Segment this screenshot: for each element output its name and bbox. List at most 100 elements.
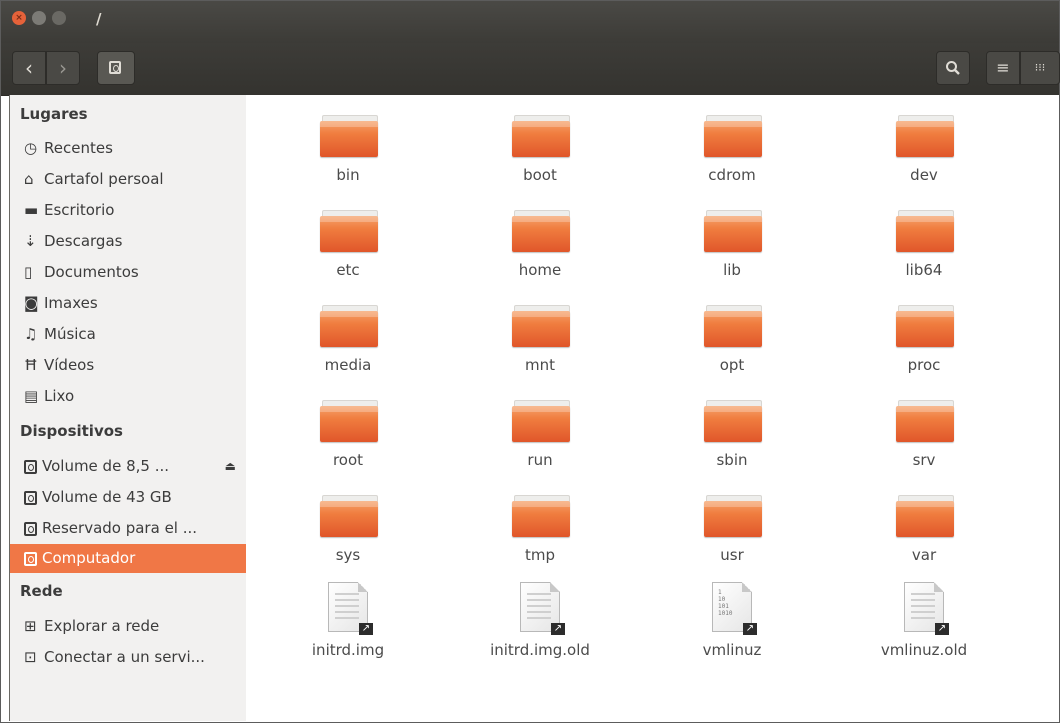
file-name: media — [324, 356, 372, 374]
folder-icon — [896, 305, 954, 347]
network-heading: Rede — [20, 582, 63, 600]
folder-item[interactable]: lib64 — [854, 190, 994, 280]
folder-item[interactable]: root — [278, 380, 418, 470]
file-name: vmlinuz.old — [880, 641, 968, 659]
maximize-window-button[interactable] — [52, 11, 66, 25]
folder-item[interactable]: lib — [662, 190, 802, 280]
close-window-button[interactable]: × — [12, 11, 26, 25]
folder-icon — [320, 210, 378, 252]
file-item[interactable]: ↗ initrd.img — [278, 570, 418, 660]
desktop-folder-icon: ▬ — [24, 201, 39, 219]
folder-icon — [512, 495, 570, 537]
sidebar-item-musica[interactable]: ♫ Música — [10, 320, 246, 349]
folder-item[interactable]: etc — [278, 190, 418, 280]
folder-item[interactable]: usr — [662, 475, 802, 565]
folder-item[interactable]: cdrom — [662, 95, 802, 185]
folder-item[interactable]: sys — [278, 475, 418, 565]
file-item[interactable]: ↗ vmlinuz.old — [854, 570, 994, 660]
grid-view-button[interactable]: ⁝⁝⁝ — [1020, 51, 1060, 85]
folder-item[interactable]: bin — [278, 95, 418, 185]
file-name: lib64 — [905, 261, 943, 279]
document-link-icon: ↗ — [520, 582, 565, 635]
sidebar-item-label: Lixo — [44, 387, 75, 405]
sidebar-item-volume-43gb[interactable]: Volume de 43 GB — [10, 483, 246, 512]
folder-item[interactable]: boot — [470, 95, 610, 185]
file-manager-window: × / ‹ › ≡ ⁝⁝⁝ Lugares ◷ Recentes ⌂ Cartafo… — [0, 0, 1060, 723]
file-name: initrd.img.old — [490, 641, 590, 659]
folder-icon — [320, 400, 378, 442]
drive-icon — [109, 61, 121, 74]
sidebar-item-label: Imaxes — [44, 294, 98, 312]
folder-item[interactable]: home — [470, 190, 610, 280]
file-name: tmp — [524, 546, 555, 564]
sidebar-item-conectar-servidor[interactable]: ⊡ Conectar a un servi... — [10, 643, 246, 672]
sidebar-item-reservado[interactable]: Reservado para el ... — [10, 514, 246, 543]
folder-item[interactable]: run — [470, 380, 610, 470]
minimize-window-button[interactable] — [32, 11, 46, 25]
sidebar-item-computador[interactable]: Computador — [10, 544, 246, 573]
list-view-button[interactable]: ≡ — [986, 51, 1020, 85]
folder-icon — [512, 305, 570, 347]
folder-icon — [512, 115, 570, 157]
drive-icon — [24, 521, 37, 536]
sidebar-item-label: Cartafol persoal — [44, 170, 164, 188]
file-name: srv — [912, 451, 936, 469]
document-link-icon: ↗ — [904, 582, 949, 635]
file-name: cdrom — [708, 166, 756, 184]
binary-link-icon: 1 10 101 1010 ↗ — [712, 582, 757, 635]
file-grid: bin boot cdrom dev etc home lib lib64 me… — [246, 95, 1059, 722]
folder-item[interactable]: srv — [854, 380, 994, 470]
folder-item[interactable]: opt — [662, 285, 802, 375]
folder-item[interactable]: media — [278, 285, 418, 375]
folder-item[interactable]: var — [854, 475, 994, 565]
folder-item[interactable]: tmp — [470, 475, 610, 565]
file-item[interactable]: 1 10 101 1010 ↗ vmlinuz — [662, 570, 802, 660]
file-name: initrd.img — [311, 641, 385, 659]
sidebar-item-label: Documentos — [44, 263, 139, 281]
sidebar-item-documentos[interactable]: ▯ Documentos — [10, 258, 246, 287]
file-name: vmlinuz — [702, 641, 762, 659]
sidebar-item-explorar-rede[interactable]: ⊞ Explorar a rede — [10, 612, 246, 641]
sidebar-item-recentes[interactable]: ◷ Recentes — [10, 134, 246, 163]
file-name: proc — [907, 356, 941, 374]
drive-icon — [24, 459, 37, 474]
sidebar-item-escritorio[interactable]: ▬ Escritorio — [10, 196, 246, 225]
sidebar-item-label: Computador — [42, 549, 136, 567]
eject-icon[interactable]: ⏏ — [225, 452, 236, 481]
folder-item[interactable]: mnt — [470, 285, 610, 375]
search-button[interactable] — [936, 51, 970, 85]
folder-icon — [512, 210, 570, 252]
folder-item[interactable]: dev — [854, 95, 994, 185]
folder-item[interactable]: proc — [854, 285, 994, 375]
sidebar-item-imaxes[interactable]: ◙ Imaxes — [10, 289, 246, 318]
file-name: var — [911, 546, 937, 564]
sidebar-item-descargas[interactable]: ⇣ Descargas — [10, 227, 246, 256]
sidebar-item-label: Escritorio — [44, 201, 115, 219]
document-icon: ▯ — [24, 263, 33, 281]
folder-item[interactable]: sbin — [662, 380, 802, 470]
forward-button[interactable]: › — [46, 51, 80, 85]
file-name: run — [527, 451, 553, 469]
sidebar-item-home[interactable]: ⌂ Cartafol persoal — [10, 165, 246, 194]
sidebar-item-volume-8-5[interactable]: Volume de 8,5 ... ⏏ — [10, 452, 246, 481]
sidebar-item-lixo[interactable]: ▤ Lixo — [10, 382, 246, 411]
home-icon: ⌂ — [24, 170, 34, 188]
sidebar-item-videos[interactable]: Ħ Vídeos — [10, 351, 246, 380]
file-name: sys — [335, 546, 361, 564]
trash-icon: ▤ — [24, 387, 39, 405]
folder-icon — [512, 400, 570, 442]
grid-view-icon: ⁝⁝⁝ — [1034, 61, 1046, 74]
camera-icon: ◙ — [24, 294, 39, 312]
file-item[interactable]: ↗ initrd.img.old — [470, 570, 610, 660]
file-name: usr — [720, 546, 744, 564]
drive-icon — [24, 551, 37, 566]
window-title: / — [96, 10, 102, 28]
film-icon: Ħ — [24, 356, 38, 374]
back-button[interactable]: ‹ — [12, 51, 46, 85]
sidebar-item-label: Volume de 8,5 ... — [42, 457, 170, 475]
file-name: boot — [523, 166, 557, 184]
path-bar-computer-button[interactable] — [97, 51, 135, 85]
places-heading: Lugares — [20, 105, 88, 123]
file-name: sbin — [716, 451, 748, 469]
folder-icon — [704, 495, 762, 537]
